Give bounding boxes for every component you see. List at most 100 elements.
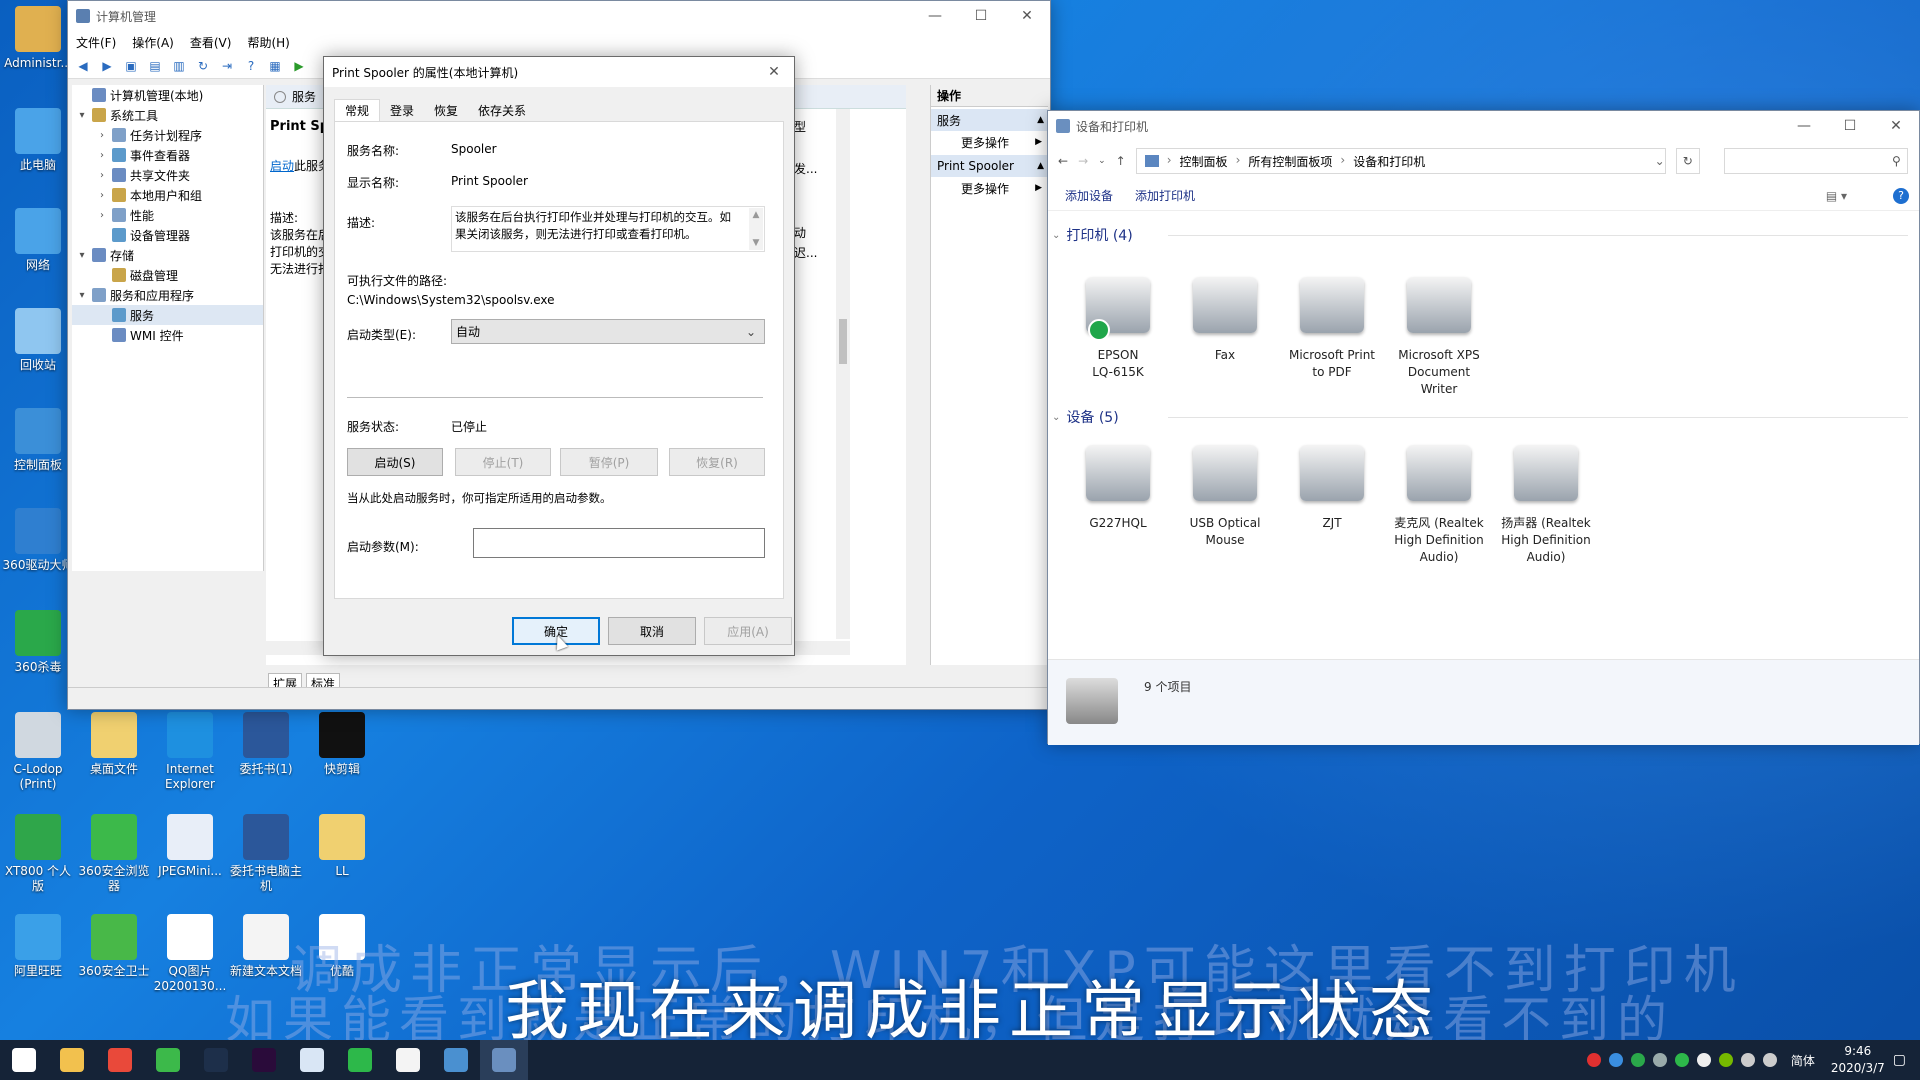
menu-item[interactable]: 帮助(H) — [247, 34, 289, 51]
tree-expand-arrow[interactable]: › — [96, 130, 108, 141]
refresh-icon[interactable]: ↻ — [1675, 148, 1700, 174]
tray-record-icon[interactable] — [1586, 1053, 1601, 1067]
help-icon[interactable]: ? — [1893, 187, 1909, 204]
premiere-icon[interactable] — [240, 1040, 288, 1080]
tree-expand-arrow[interactable]: ▾ — [76, 110, 88, 121]
dialog-close-button[interactable]: ✕ — [754, 57, 794, 87]
pause-button[interactable]: 暂停(P) — [560, 448, 658, 476]
view-icon[interactable]: ▦ — [266, 57, 284, 75]
desktop-icon[interactable]: 网络 — [0, 208, 76, 273]
tree-node[interactable]: 磁盘管理 — [72, 265, 263, 285]
desktop-icon[interactable]: 360安全卫士 — [76, 914, 152, 979]
menu-item[interactable]: 操作(A) — [132, 34, 174, 51]
minimize-button[interactable]: — — [912, 1, 958, 31]
tray-mic-icon[interactable] — [1762, 1053, 1777, 1067]
tree-node[interactable]: 设备管理器 — [72, 225, 263, 245]
device-item[interactable]: Microsoft XPS Document Writer — [1389, 269, 1489, 398]
actions-section-header[interactable]: 服务 ▲ — [931, 109, 1048, 131]
back-icon[interactable]: ← — [1058, 154, 1068, 168]
devices-maximize-button[interactable]: ☐ — [1827, 111, 1873, 141]
actions-more-item[interactable]: 更多操作 ▶ — [931, 131, 1048, 153]
tree-node[interactable]: › 任务计划程序 — [72, 125, 263, 145]
up-folder-icon[interactable]: ▣ — [122, 57, 140, 75]
desktop-icon[interactable]: 阿里旺旺 — [0, 914, 76, 979]
help-icon[interactable]: ? — [242, 57, 260, 75]
dialog-tab[interactable]: 常规 — [334, 99, 381, 121]
notifications-icon[interactable]: ▢ — [1893, 1052, 1906, 1068]
refresh-icon[interactable]: ↻ — [194, 57, 212, 75]
tree-node[interactable]: › 本地用户和组 — [72, 185, 263, 205]
start-service-link[interactable]: 启动 — [270, 159, 294, 173]
tree-node[interactable]: › 共享文件夹 — [72, 165, 263, 185]
device-item[interactable]: Fax — [1175, 269, 1275, 364]
tray-qq-icon[interactable] — [1696, 1053, 1711, 1067]
desktop-icon[interactable]: JPEGMini... — [152, 814, 228, 879]
export-icon[interactable]: ⇥ — [218, 57, 236, 75]
device-item[interactable]: USB Optical Mouse — [1175, 437, 1275, 549]
photoshop-icon[interactable] — [192, 1040, 240, 1080]
360-browser-icon[interactable] — [144, 1040, 192, 1080]
actions-more-item[interactable]: 更多操作 ▶ — [931, 177, 1048, 199]
search-input[interactable]: ⚲ — [1723, 148, 1908, 174]
ime-indicator[interactable]: 简体 — [1791, 1052, 1815, 1069]
forward-icon[interactable]: → — [1078, 154, 1088, 168]
play-icon[interactable]: ▶ — [290, 57, 308, 75]
control-panel-icon[interactable] — [432, 1040, 480, 1080]
tree-node[interactable]: › 性能 — [72, 205, 263, 225]
printers-group-header[interactable]: ⌄ 打印机 (4) — [1052, 225, 1133, 245]
desktop-icon[interactable]: 控制面板 — [0, 408, 76, 473]
tree-node[interactable]: WMI 控件 — [72, 325, 263, 345]
file-explorer-icon[interactable] — [48, 1040, 96, 1080]
tree-expand-arrow[interactable]: ▾ — [76, 290, 88, 301]
add-printer-button[interactable]: 添加打印机 — [1135, 187, 1195, 204]
tree-expand-arrow[interactable]: › — [96, 170, 108, 181]
tree-expand-arrow[interactable]: ▾ — [76, 250, 88, 261]
desktop-icon[interactable]: 360驱动大师 — [0, 508, 76, 573]
show-tree-icon[interactable]: ▤ — [146, 57, 164, 75]
desktop-icon[interactable]: 360安全浏览器 — [76, 814, 152, 894]
feather-app-icon[interactable] — [288, 1040, 336, 1080]
devices-close-button[interactable]: ✕ — [1873, 111, 1919, 141]
clock[interactable]: 9:46 2020/3/7 — [1831, 1043, 1885, 1077]
desktop-icon[interactable]: Administr... — [0, 6, 76, 71]
tray-360-icon[interactable] — [1608, 1053, 1623, 1067]
device-item[interactable]: ZJT — [1282, 437, 1382, 532]
tree-node[interactable]: ▾ 存储 — [72, 245, 263, 265]
desktop-icon[interactable]: QQ图片20200130... — [152, 914, 228, 994]
tray-wechat-icon[interactable] — [1674, 1053, 1689, 1067]
desktop-icon[interactable]: 委托书电脑主机 — [228, 814, 304, 894]
startup-params-input[interactable] — [473, 528, 765, 558]
breadcrumb-item[interactable]: 设备和打印机 — [1353, 153, 1425, 170]
devices-minimize-button[interactable]: — — [1781, 111, 1827, 141]
windows-start-icon[interactable] — [0, 1040, 48, 1080]
close-button[interactable]: ✕ — [1004, 1, 1050, 31]
tree-node[interactable]: › 事件查看器 — [72, 145, 263, 165]
desktop-icon[interactable]: LL — [304, 814, 380, 879]
description-box[interactable]: 该服务在后台执行打印作业并处理与打印机的交互。如果关闭该服务，则无法进行打印或查… — [451, 206, 765, 252]
device-item[interactable]: EPSON LQ-615K — [1068, 269, 1168, 381]
desktop-icon[interactable]: 快剪辑 — [304, 712, 380, 777]
menu-item[interactable]: 文件(F) — [76, 34, 116, 51]
tree-node[interactable]: 计算机管理(本地) — [72, 85, 263, 105]
address-dropdown-icon[interactable]: ⌄ — [1655, 154, 1665, 168]
description-scrollbar[interactable]: ▲ ▼ — [749, 208, 763, 250]
dialog-tab[interactable]: 登录 — [380, 99, 424, 121]
tree-expand-arrow[interactable]: › — [96, 150, 108, 161]
wechat-icon[interactable] — [336, 1040, 384, 1080]
stop-button[interactable]: 停止(T) — [455, 448, 551, 476]
tray-network-icon[interactable] — [1652, 1053, 1667, 1067]
device-item[interactable]: 麦克风 (Realtek High Definition Audio) — [1389, 437, 1489, 566]
chrome-icon[interactable] — [96, 1040, 144, 1080]
breadcrumb-item[interactable]: 所有控制面板项 — [1248, 153, 1332, 170]
computer-management-icon[interactable] — [480, 1040, 528, 1080]
tree-node[interactable]: ▾ 系统工具 — [72, 105, 263, 125]
tree-expand-arrow[interactable]: › — [96, 210, 108, 221]
tree-node[interactable]: ▾ 服务和应用程序 — [72, 285, 263, 305]
desktop-icon[interactable]: 360杀毒 — [0, 610, 76, 675]
dialog-tab[interactable]: 依存关系 — [468, 99, 536, 121]
device-item[interactable]: 扬声器 (Realtek High Definition Audio) — [1496, 437, 1596, 566]
forward-arrow-icon[interactable]: ▶ — [98, 57, 116, 75]
devices-group-header[interactable]: ⌄ 设备 (5) — [1052, 407, 1119, 427]
device-item[interactable]: G227HQL — [1068, 437, 1168, 532]
dialog-tab[interactable]: 恢复 — [424, 99, 468, 121]
